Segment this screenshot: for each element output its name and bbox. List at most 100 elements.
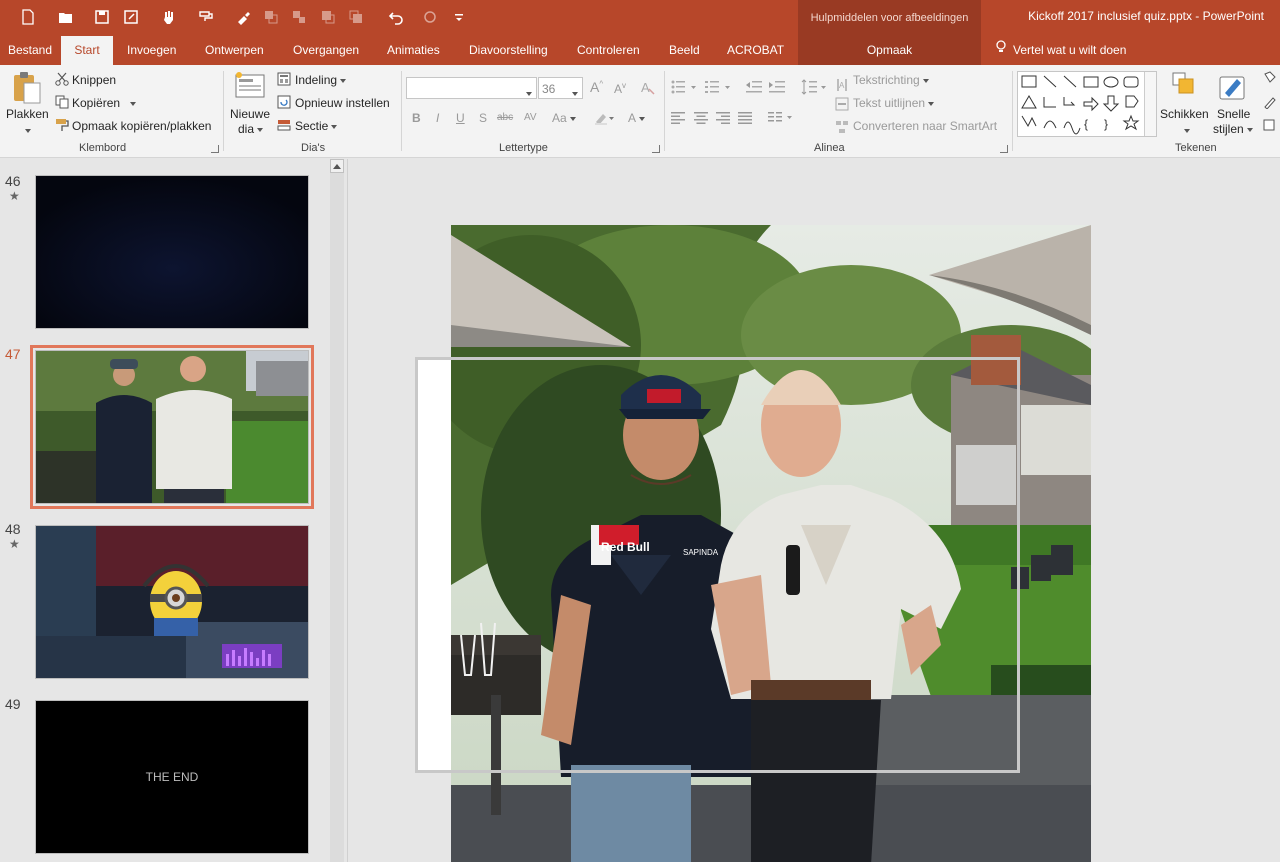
shape-effects-icon[interactable] xyxy=(1262,118,1280,135)
redo-icon[interactable] xyxy=(418,6,442,28)
svg-text:A: A xyxy=(641,80,650,95)
font-color-icon[interactable]: A xyxy=(628,111,646,125)
quick-styles-button[interactable]: Snelle xyxy=(1217,107,1250,121)
clipboard-group-label: Klembord xyxy=(79,142,127,154)
tab-diavoorstelling[interactable]: Diavoorstelling xyxy=(461,36,556,65)
quick-styles-icon[interactable] xyxy=(1217,71,1249,106)
align-text-label: Tekst uitlijnen xyxy=(853,96,926,110)
clipboard-launcher-icon[interactable] xyxy=(211,145,219,153)
line-spacing-icon[interactable] xyxy=(801,79,829,98)
customize-icon[interactable] xyxy=(447,6,471,28)
svg-text:Red Bull: Red Bull xyxy=(601,540,650,554)
section-button[interactable]: Sectie xyxy=(295,119,338,133)
open-icon[interactable] xyxy=(54,6,78,28)
group-separator xyxy=(223,71,224,151)
undo-icon[interactable] xyxy=(384,6,408,28)
ribbon-tabs: Bestand Start Invoegen Ontwerpen Overgan… xyxy=(0,36,1280,65)
underline-icon[interactable]: U xyxy=(456,111,465,125)
tab-start[interactable]: Start xyxy=(61,36,113,65)
animation-star-icon: ★ xyxy=(9,189,20,203)
touch-mode-icon[interactable] xyxy=(157,6,181,28)
tab-opmaak[interactable]: Opmaak xyxy=(798,36,981,65)
increase-indent-icon[interactable] xyxy=(769,80,785,97)
thumbnail-scrollbar[interactable] xyxy=(330,159,344,862)
arrange-button[interactable]: Schikken xyxy=(1160,107,1209,121)
grow-font-icon[interactable]: A^ xyxy=(590,79,603,95)
shapes-gallery-scroll[interactable] xyxy=(1144,72,1156,136)
align-center-icon[interactable] xyxy=(694,112,708,127)
clear-formatting-icon[interactable]: A xyxy=(640,79,656,98)
character-spacing-icon[interactable]: AV xyxy=(524,112,537,123)
new-slide-dropdown[interactable]: dia xyxy=(238,122,264,136)
tab-animaties[interactable]: Animaties xyxy=(379,36,448,65)
slide-thumbnail-46[interactable] xyxy=(35,175,309,329)
format-painter-button[interactable]: Opmaak kopiëren/plakken xyxy=(72,119,211,133)
italic-icon[interactable]: I xyxy=(436,111,439,125)
slide-editor[interactable]: Red Bull SAPINDA xyxy=(349,159,1280,862)
align-text-button[interactable]: Tekst uitlijnen xyxy=(853,96,935,110)
bold-icon[interactable]: B xyxy=(412,111,421,125)
save-as-icon[interactable] xyxy=(119,6,143,28)
quick-styles-dropdown[interactable]: stijlen xyxy=(1213,122,1253,136)
tab-bestand[interactable]: Bestand xyxy=(0,36,60,65)
decrease-indent-icon[interactable] xyxy=(746,80,762,97)
font-size-field[interactable]: 36 xyxy=(538,77,583,99)
tab-acrobat[interactable]: ACROBAT xyxy=(719,36,792,65)
shadow-icon[interactable]: S xyxy=(479,111,487,125)
highlight-icon[interactable] xyxy=(593,110,615,129)
align-right-icon[interactable] xyxy=(716,112,730,127)
copy-button[interactable]: Kopiëren xyxy=(72,96,137,110)
arrange-dropdown[interactable] xyxy=(1181,123,1190,137)
layout-button[interactable]: Indeling xyxy=(295,73,347,87)
group-icon[interactable] xyxy=(259,6,283,28)
slide-thumbnail-49[interactable]: THE END xyxy=(35,700,309,854)
brush-icon[interactable] xyxy=(231,6,255,28)
bring-forward-icon[interactable] xyxy=(316,6,340,28)
scroll-up-icon[interactable] xyxy=(330,159,344,173)
bullets-icon[interactable] xyxy=(671,80,699,97)
align-text-icon xyxy=(835,97,849,114)
shape-fill-icon[interactable] xyxy=(1262,71,1280,88)
copy-label: Kopiëren xyxy=(72,96,121,110)
shape-outline-icon[interactable] xyxy=(1262,95,1280,112)
reset-button[interactable]: Opnieuw instellen xyxy=(295,96,390,110)
slide-photo[interactable]: Red Bull SAPINDA xyxy=(451,225,1091,862)
tell-me-text: Vertel wat u wilt doen xyxy=(1013,43,1127,57)
font-launcher-icon[interactable] xyxy=(652,145,660,153)
shrink-font-icon[interactable]: Av xyxy=(614,81,626,96)
justify-icon[interactable] xyxy=(738,112,752,127)
format-painter-qat-icon[interactable] xyxy=(194,6,218,28)
tab-invoegen[interactable]: Invoegen xyxy=(119,36,184,65)
paste-dropdown[interactable] xyxy=(22,123,31,137)
tab-beeld[interactable]: Beeld xyxy=(661,36,708,65)
new-slide-button[interactable]: Nieuwe xyxy=(230,107,270,121)
slide-thumbnail-47[interactable] xyxy=(30,345,314,509)
new-icon[interactable] xyxy=(16,6,40,28)
animation-star-icon: ★ xyxy=(9,537,20,551)
tell-me-box[interactable]: Vertel wat u wilt doen xyxy=(995,36,1126,65)
tab-ontwerpen[interactable]: Ontwerpen xyxy=(197,36,272,65)
change-case-icon[interactable]: Aa xyxy=(552,111,576,125)
new-slide-icon[interactable] xyxy=(234,71,266,104)
paragraph-launcher-icon[interactable] xyxy=(1000,145,1008,153)
save-icon[interactable] xyxy=(90,6,114,28)
strikethrough-icon[interactable]: abc xyxy=(497,112,513,123)
shapes-gallery[interactable]: {} xyxy=(1017,71,1157,137)
numbering-icon[interactable] xyxy=(705,80,733,97)
chevron-down-icon xyxy=(526,86,532,100)
send-backward-icon[interactable] xyxy=(344,6,368,28)
tab-overgangen[interactable]: Overgangen xyxy=(285,36,367,65)
slide-thumbnail-48[interactable] xyxy=(35,525,309,679)
align-left-icon[interactable] xyxy=(671,112,685,127)
smartart-button[interactable]: Converteren naar SmartArt xyxy=(853,119,997,133)
arrange-icon[interactable] xyxy=(1171,71,1199,104)
font-name-field[interactable] xyxy=(406,77,537,99)
ungroup-icon[interactable] xyxy=(287,6,311,28)
scissors-icon xyxy=(55,72,69,89)
paste-icon[interactable] xyxy=(12,71,42,110)
text-direction-button[interactable]: Tekstrichting xyxy=(853,73,929,87)
paste-button[interactable]: Plakken xyxy=(6,107,49,121)
tab-controleren[interactable]: Controleren xyxy=(569,36,648,65)
cut-button[interactable]: Knippen xyxy=(72,73,116,87)
columns-icon[interactable] xyxy=(768,112,796,127)
